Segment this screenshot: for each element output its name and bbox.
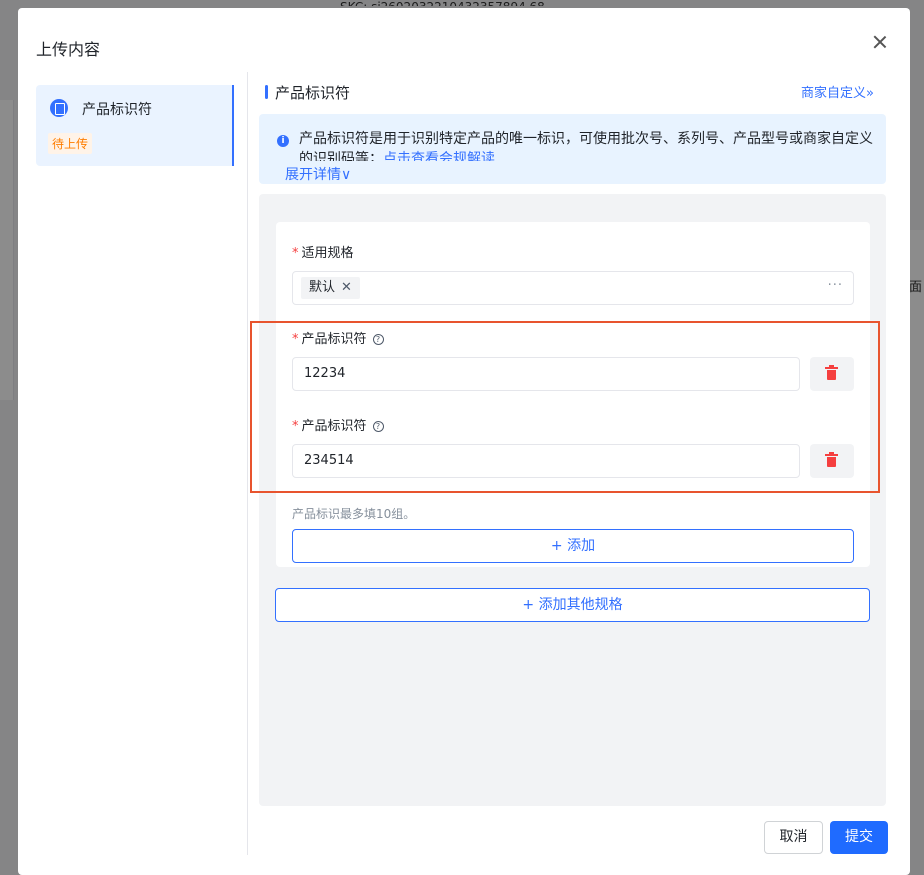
delete-identifier-button[interactable] (810, 444, 854, 478)
sidebar-item-label: 产品标识符 (82, 102, 152, 118)
upload-content-dialog: 上传内容 产品标识符 待上传 产品标识符 商家自定义» i 产品标识符是用于识别… (18, 8, 910, 875)
add-other-spec-button[interactable]: + 添加其他规格 (275, 588, 870, 622)
spec-select[interactable]: 默认 ✕ ··· (292, 271, 854, 305)
info-icon: i (277, 135, 289, 147)
expand-details-link[interactable]: 展开详情∨ (285, 164, 354, 184)
identifier-input[interactable]: 234514 (292, 444, 800, 478)
required-mark: * (292, 332, 299, 347)
section-marker (265, 85, 268, 99)
spec-card: * 适用规格 默认 ✕ ··· * 产品标识符? 12234 * 产品标识符? 2345… (276, 222, 870, 567)
delete-identifier-button[interactable] (810, 357, 854, 391)
identifier-label-text: 产品标识符 (301, 419, 367, 434)
notice-text: 产品标识符是用于识别特定产品的唯一标识，可使用批次号、系列号、产品型号或商家自定… (299, 129, 879, 161)
spec-tag-label: 默认 (309, 280, 336, 295)
required-mark: * (292, 246, 299, 261)
form-panel: * 适用规格 默认 ✕ ··· * 产品标识符? 12234 * 产品标识符? 2345… (259, 194, 886, 806)
help-icon[interactable]: ? (372, 421, 384, 432)
more-icon[interactable]: ··· (828, 278, 843, 293)
info-notice: i 产品标识符是用于识别特定产品的唯一标识，可使用批次号、系列号、产品型号或商家… (259, 114, 886, 184)
identifier-label: * 产品标识符? (292, 415, 384, 434)
spec-label: * 适用规格 (292, 242, 354, 261)
identifier-label: * 产品标识符? (292, 328, 384, 347)
identifier-label-text: 产品标识符 (301, 332, 367, 347)
add-identifier-button[interactable]: + 添加 (292, 529, 854, 563)
document-icon (50, 99, 68, 117)
vertical-divider (247, 72, 248, 855)
spec-tag: 默认 ✕ (301, 277, 360, 299)
merchant-custom-link[interactable]: 商家自定义» (801, 82, 874, 101)
help-icon[interactable]: ? (372, 334, 384, 345)
section-title: 产品标识符 (275, 84, 351, 102)
dialog-title: 上传内容 (36, 40, 101, 59)
trash-icon (825, 365, 838, 380)
close-icon[interactable] (872, 34, 888, 50)
identifier-input[interactable]: 12234 (292, 357, 800, 391)
sidebar-item-product-identifier[interactable]: 产品标识符 待上传 (36, 85, 234, 166)
submit-button[interactable]: 提交 (830, 821, 888, 854)
max-identifiers-hint: 产品标识最多填10组。 (292, 507, 416, 521)
rules-link[interactable]: 点击查看会规解读 (383, 151, 495, 161)
spec-label-text: 适用规格 (301, 246, 354, 261)
status-badge: 待上传 (48, 133, 93, 154)
cancel-button[interactable]: 取消 (764, 821, 823, 854)
tag-remove-icon[interactable]: ✕ (341, 280, 352, 295)
required-mark: * (292, 419, 299, 434)
trash-icon (825, 452, 838, 467)
